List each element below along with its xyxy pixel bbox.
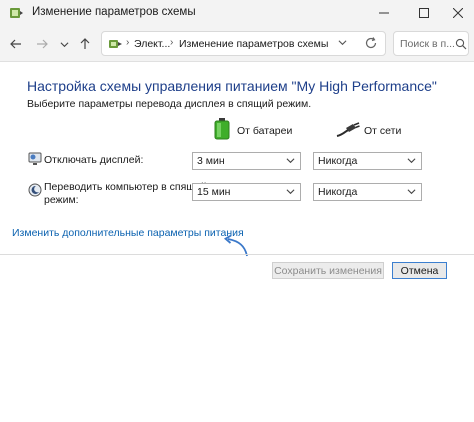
power-options-icon [10,8,23,18]
refresh-icon [365,37,377,49]
arrow-up-icon [80,38,90,49]
selected-value: Никогда [318,155,358,167]
sleep-battery-select[interactable]: 15 мин [192,183,301,201]
display-off-plugged-select[interactable]: Никогда [313,152,422,170]
close-icon [453,8,463,18]
close-button[interactable] [438,0,474,26]
search-icon [455,38,467,50]
back-button[interactable] [7,35,25,53]
address-dropdown-button[interactable] [338,38,347,50]
advanced-power-settings-link[interactable]: Изменить дополнительные параметры питани… [12,227,244,239]
search-box[interactable]: Поиск в п... [393,31,469,56]
maximize-icon [419,8,429,18]
title-bar: Изменение параметров схемы [0,0,474,26]
divider [0,254,474,255]
display-off-battery-select[interactable]: 3 мин [192,152,301,170]
sleep-plugged-select[interactable]: Никогда [313,183,422,201]
arrow-right-icon [37,39,48,49]
power-plug-icon [336,122,360,137]
battery-column-label: От батареи [237,125,293,137]
sleep-moon-icon [28,183,42,197]
selected-value: 3 мин [197,155,225,167]
refresh-button[interactable] [364,36,378,53]
forward-button[interactable] [33,35,51,53]
chevron-down-icon [407,158,416,164]
chevron-down-icon [338,40,347,46]
chevron-down-icon [286,189,295,195]
turn-off-display-label: Отключать дисплей: [44,154,144,166]
search-placeholder: Поиск в п... [400,38,455,50]
page-title: Настройка схемы управления питанием "My … [27,78,437,94]
chevron-down-icon [60,41,68,47]
selected-value: 15 мин [197,186,231,198]
selected-value: Никогда [318,186,358,198]
address-bar[interactable]: › Элект... › Изменение параметров схемы [101,31,386,56]
breadcrumb-item[interactable]: Элект... [134,38,170,50]
chevron-down-icon [407,189,416,195]
cancel-button[interactable]: Отмена [392,262,447,279]
sleep-label-line1: Переводить компьютер в спящий [44,181,207,193]
save-changes-button[interactable]: Сохранить изменения [272,262,384,279]
display-icon [28,152,42,165]
arrow-left-icon [10,39,21,49]
sleep-label-line2: режим: [44,194,79,206]
breadcrumb-separator-icon: › [126,37,130,48]
battery-icon [214,118,230,140]
recent-locations-button[interactable] [55,35,73,53]
breadcrumb-item[interactable]: Изменение параметров схемы [179,38,328,50]
power-options-icon [109,40,122,48]
minimize-button[interactable] [364,0,404,26]
plugged-column-label: От сети [364,125,402,137]
page-description: Выберите параметры перевода дисплея в сп… [27,98,312,110]
chevron-down-icon [286,158,295,164]
up-button[interactable] [76,35,94,53]
minimize-icon [379,12,389,14]
navigation-bar: › Элект... › Изменение параметров схемы … [0,26,474,62]
breadcrumb-separator-icon: › [170,37,174,48]
window-title: Изменение параметров схемы [32,6,196,18]
